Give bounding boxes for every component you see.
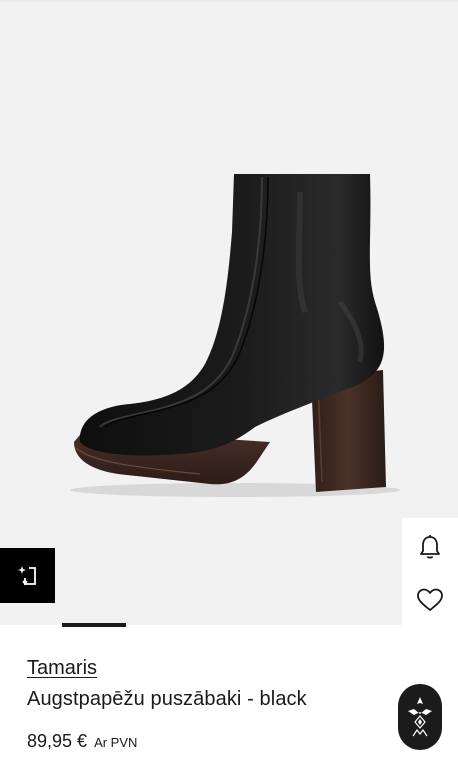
price: 89,95 €	[27, 731, 88, 751]
sparkle-arrow-icon	[17, 565, 36, 585]
gallery-progress	[0, 623, 458, 627]
product-info: Tamaris Augstpapēžu puszābaki - black 89…	[27, 654, 387, 752]
gallery-progress-indicator	[62, 623, 126, 627]
heart-icon	[417, 588, 443, 611]
black-ankle-boot-icon	[70, 174, 400, 497]
wishlist-button[interactable]	[413, 583, 447, 617]
product-name: Augstpapēžu puszābaki - black	[27, 688, 307, 710]
compare-button[interactable]	[0, 548, 55, 603]
side-actions-panel	[402, 518, 458, 625]
bell-icon	[420, 535, 440, 559]
notify-button[interactable]	[413, 530, 447, 564]
vat-note: Ar PVN	[94, 735, 138, 750]
price-row: 89,95 € Ar PVN	[27, 730, 387, 752]
brand-logo-button[interactable]	[398, 684, 442, 750]
brand-logo-icon	[408, 697, 432, 737]
product-image-gallery[interactable]	[0, 2, 458, 625]
brand-link[interactable]: Tamaris	[27, 654, 97, 682]
